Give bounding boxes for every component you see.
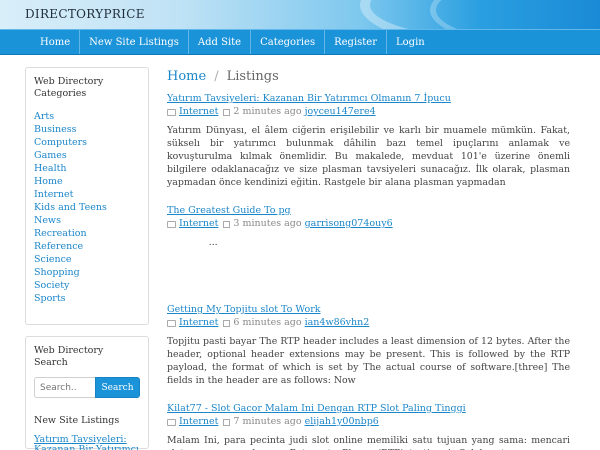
listing-title[interactable]: The Greatest Guide To ￼￼￼￼pg￼￼￼: [167, 205, 570, 217]
listing-item: Getting My Topjitu slot To Work Internet…: [167, 304, 570, 387]
site-brand[interactable]: DIRECTORYPRICE: [25, 7, 145, 21]
breadcrumb: Home / Listings: [167, 67, 570, 85]
new-listings-list: Yatırım Tavsiyeleri: Kazanan Bir Yatırım…: [34, 435, 140, 450]
listing-author[interactable]: ian4w86vhn2: [305, 317, 370, 329]
category-link-news[interactable]: News: [34, 214, 140, 227]
site-header-banner: DIRECTORYPRICE: [0, 0, 600, 29]
nav-new-site-listings[interactable]: New Site Listings: [80, 30, 189, 54]
new-listings-title: New Site Listings: [34, 415, 120, 426]
listing-title[interactable]: Kilat77 - Slot Gacor Malam Ini Dengan RT…: [167, 403, 570, 415]
listing-category[interactable]: Internet: [179, 218, 218, 230]
main-navbar: Home New Site Listings Add Site Categori…: [0, 29, 600, 55]
banner-decoration: [430, 0, 600, 29]
breadcrumb-home[interactable]: Home: [167, 69, 206, 84]
listing-title[interactable]: Yatırım Tavsiyeleri: Kazanan Bir Yatırım…: [167, 93, 570, 105]
calendar-icon: [223, 320, 231, 327]
category-link-kids-and-teens[interactable]: Kids and Teens: [34, 201, 140, 214]
search-title: Web Directory Search: [34, 345, 104, 368]
category-link-business[interactable]: Business: [34, 123, 140, 136]
listing-category[interactable]: Internet: [179, 317, 218, 329]
category-link-home[interactable]: Home: [34, 175, 140, 188]
category-link-recreation[interactable]: Recreation: [34, 227, 140, 240]
folder-icon: [167, 320, 176, 327]
calendar-icon: [223, 221, 231, 228]
listing-time: 2 minutes ago: [233, 106, 302, 117]
listing-author[interactable]: joyceu147ere4: [305, 106, 376, 118]
category-link-shopping[interactable]: Shopping: [34, 266, 140, 279]
category-list: Arts Business Computers Games Health Hom…: [34, 110, 140, 305]
nav-home[interactable]: Home: [31, 30, 81, 54]
category-link-internet[interactable]: Internet: [34, 188, 140, 201]
listing-excerpt: Topjitu pasti bayar The RTP header inclu…: [167, 336, 570, 386]
categories-title: Web Directory Categories: [34, 76, 104, 99]
nav-register[interactable]: Register: [325, 30, 387, 54]
search-panel: Web Directory Search Search New Site Lis…: [25, 336, 149, 450]
nav-categories[interactable]: Categories: [251, 30, 326, 54]
breadcrumb-current: Listings: [226, 68, 279, 84]
sidebar: Web Directory Categories Arts Business C…: [25, 67, 149, 450]
calendar-icon: [223, 109, 231, 116]
listing-item: Yatırım Tavsiyeleri: Kazanan Bir Yatırım…: [167, 93, 570, 190]
category-link-reference[interactable]: Reference: [34, 240, 140, 253]
listing-excerpt: ￼￼￼￼￼￼￼￼￼￼￼￼￼￼￼￼￼￼￼￼￼￼￼￼￼ ￼￼￼￼￼￼￼￼￼￼￼￼￼￼…: [167, 237, 218, 248]
category-link-health[interactable]: Health: [34, 162, 140, 175]
folder-icon: [167, 221, 176, 228]
listing-category[interactable]: Internet: [179, 416, 218, 428]
category-link-science[interactable]: Science: [34, 253, 140, 266]
listing-category[interactable]: Internet: [179, 106, 218, 118]
listing-time: 6 minutes ago: [233, 317, 302, 328]
listing-meta: Internet 6 minutes ago ian4w86vhn2: [167, 317, 570, 329]
category-link-computers[interactable]: Computers: [34, 136, 140, 149]
folder-icon: [167, 419, 176, 426]
category-link-games[interactable]: Games: [34, 149, 140, 162]
new-listing-link[interactable]: Yatırım Tavsiyeleri: Kazanan Bir Yatırım…: [34, 435, 140, 450]
nav-add-site[interactable]: Add Site: [189, 30, 252, 54]
main-content: Home / Listings Yatırım Tavsiyeleri: Kaz…: [167, 67, 570, 450]
category-link-arts[interactable]: Arts: [34, 110, 140, 123]
category-link-sports[interactable]: Sports: [34, 292, 140, 305]
calendar-icon: [223, 419, 231, 426]
folder-icon: [167, 109, 176, 116]
listing-excerpt: Yatırım Dünyası, el âlem ciğerin erişile…: [167, 125, 570, 188]
listing-meta: Internet 7 minutes ago elijah1y00nbp6: [167, 416, 570, 428]
listing-time: 7 minutes ago: [233, 416, 302, 427]
listing-title[interactable]: Getting My Topjitu slot To Work: [167, 304, 570, 316]
search-button[interactable]: Search: [95, 377, 140, 398]
listing-item: Kilat77 - Slot Gacor Malam Ini Dengan RT…: [167, 403, 570, 450]
breadcrumb-separator: /: [214, 68, 219, 84]
listing-author[interactable]: garrisong074ouy6: [305, 218, 393, 230]
listing-excerpt: Malam Ini, para pecinta judi slot online…: [167, 435, 570, 450]
listing-meta: Internet 2 minutes ago joyceu147ere4: [167, 106, 570, 118]
search-form: Search: [34, 377, 140, 398]
categories-panel: Web Directory Categories Arts Business C…: [25, 67, 149, 325]
nav-login[interactable]: Login: [387, 30, 434, 54]
listing-time: 3 minutes ago: [233, 218, 302, 229]
listing-meta: Internet 3 minutes ago garrisong074ouy6: [167, 218, 570, 230]
listing-author[interactable]: elijah1y00nbp6: [305, 416, 379, 428]
search-input[interactable]: [34, 377, 95, 398]
listing-item: The Greatest Guide To ￼￼￼￼pg￼￼￼ Internet…: [167, 205, 570, 288]
category-link-society[interactable]: Society: [34, 279, 140, 292]
